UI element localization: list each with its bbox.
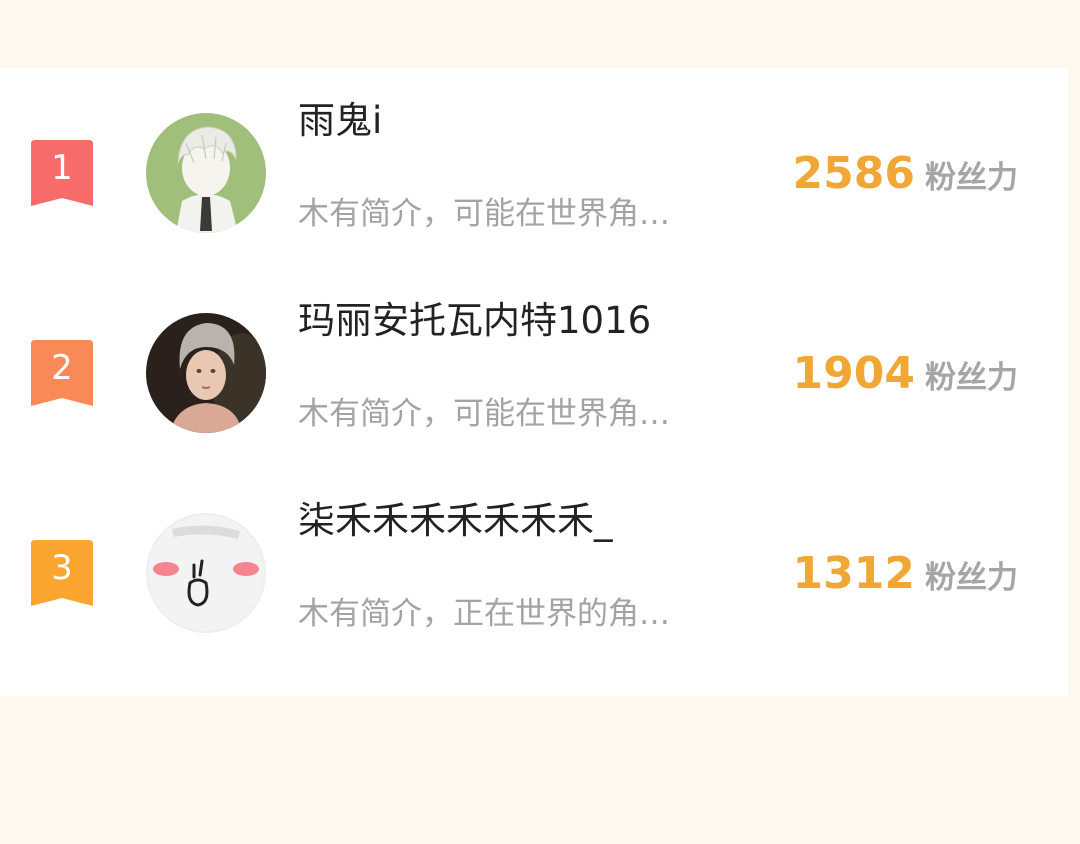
rank-number: 1	[51, 148, 73, 188]
user-bio: 木有简介，正在世界的角…	[298, 596, 670, 632]
rank-number: 2	[51, 348, 73, 388]
fans-count: 2586	[792, 148, 915, 199]
fans-label: 粉丝力	[925, 560, 1018, 596]
fans-score: 1904 粉丝力	[793, 348, 1018, 399]
fans-score: 2586 粉丝力	[793, 148, 1018, 199]
user-bio: 木有简介，可能在世界角…	[298, 396, 670, 432]
fans-label: 粉丝力	[925, 160, 1018, 196]
blushing-face-avatar[interactable]	[146, 513, 266, 633]
ranking-row-1[interactable]: 1 雨鬼i 木有简介，可能在世界角… 2586 粉丝力	[0, 68, 1068, 268]
rank-number: 3	[51, 548, 73, 588]
fans-count: 1904	[792, 348, 915, 399]
fans-ranking-list: 1 雨鬼i 木有简介，可能在世界角… 2586 粉丝力 2 玛丽安托瓦内特101…	[0, 68, 1068, 696]
user-name[interactable]: 柒禾禾禾禾禾禾禾_	[298, 490, 613, 544]
portrait-painting-avatar[interactable]	[146, 313, 266, 433]
user-bio: 木有简介，可能在世界角…	[298, 196, 670, 232]
anime-boy-avatar[interactable]	[146, 113, 266, 233]
ranking-row-3[interactable]: 3 柒禾禾禾禾禾禾禾_ 木有简介，正在世界的角… 1312 粉丝力	[0, 468, 1068, 668]
user-name[interactable]: 玛丽安托瓦内特1016	[298, 290, 651, 344]
fans-score: 1312 粉丝力	[793, 548, 1018, 599]
fans-count: 1312	[792, 548, 915, 599]
rank-1-badge-icon: 1	[31, 140, 93, 206]
user-name[interactable]: 雨鬼i	[298, 90, 382, 144]
ranking-row-2[interactable]: 2 玛丽安托瓦内特1016 木有简介，可能在世界角… 1904 粉丝力	[0, 268, 1068, 468]
fans-label: 粉丝力	[925, 360, 1018, 396]
rank-3-badge-icon: 3	[31, 540, 93, 606]
rank-2-badge-icon: 2	[31, 340, 93, 406]
